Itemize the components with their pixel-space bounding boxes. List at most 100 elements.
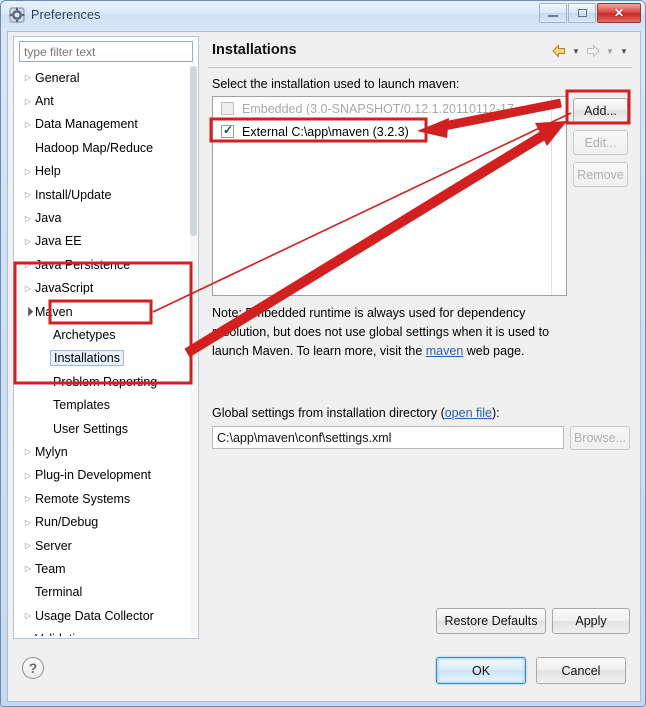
window-title: Preferences xyxy=(31,8,101,22)
restore-defaults-button[interactable]: Restore Defaults xyxy=(436,608,546,634)
embedded-runtime-note: Note: Embedded runtime is always used fo… xyxy=(212,304,572,361)
checkbox-checked-icon[interactable] xyxy=(221,123,234,138)
header-divider xyxy=(208,67,632,68)
view-menu-chevron-down-icon[interactable]: ▼ xyxy=(618,43,630,59)
sidebar-item-label: Hadoop Map/Reduce xyxy=(35,140,154,155)
sidebar-item-maven[interactable]: ◢ Maven xyxy=(15,300,191,323)
sidebar-item-install-update[interactable]: ▷ Install/Update xyxy=(15,183,191,206)
sidebar-item-label: Java xyxy=(35,211,62,226)
installations-list[interactable]: Embedded (3.0-SNAPSHOT/0.12.1.20110112-1… xyxy=(212,96,567,296)
preferences-window: Preferences ✕ ▷General▷Ant▷Data Manageme… xyxy=(0,0,646,707)
sidebar-item-plug-in-development[interactable]: ▷ Plug-in Development xyxy=(15,464,191,487)
remove-button-label: Remove xyxy=(577,167,624,182)
sidebar-item-team[interactable]: ▷ Team xyxy=(15,557,191,580)
sidebar-item-hadoop-map-reduce[interactable]: Hadoop Map/Reduce xyxy=(15,136,191,159)
sidebar-item-ant[interactable]: ▷ Ant xyxy=(15,89,191,112)
global-settings-label-after: ): xyxy=(492,406,500,420)
add-button[interactable]: Add... xyxy=(573,98,628,123)
tree-scrollbar[interactable] xyxy=(190,66,197,636)
twisty-collapsed-icon[interactable]: ▷ xyxy=(21,564,35,573)
twisty-collapsed-icon[interactable]: ▷ xyxy=(21,284,35,293)
twisty-collapsed-icon[interactable]: ▷ xyxy=(21,237,35,246)
twisty-collapsed-icon[interactable]: ▷ xyxy=(21,214,35,223)
installation-row[interactable]: Embedded (3.0-SNAPSHOT/0.12.1.20110112-1… xyxy=(213,97,566,120)
sidebar-item-templates[interactable]: Templates xyxy=(15,393,191,416)
sidebar-item-java-ee[interactable]: ▷ Java EE xyxy=(15,230,191,253)
sidebar-item-label: Installations xyxy=(50,350,125,367)
twisty-collapsed-icon[interactable]: ▷ xyxy=(21,611,35,620)
sidebar-item-java[interactable]: ▷ Java xyxy=(15,206,191,229)
twisty-collapsed-icon[interactable]: ▷ xyxy=(21,541,35,550)
twisty-collapsed-icon[interactable]: ▷ xyxy=(21,73,35,82)
twisty-collapsed-icon[interactable]: ▷ xyxy=(21,447,35,456)
window-controls: ✕ xyxy=(539,3,641,23)
sidebar-item-validation[interactable]: Validation xyxy=(15,627,191,636)
twisty-collapsed-icon[interactable]: ▷ xyxy=(21,518,35,527)
sidebar-item-archetypes[interactable]: Archetypes xyxy=(15,323,191,346)
sidebar-item-label: Help xyxy=(35,164,61,179)
maven-link[interactable]: maven xyxy=(426,344,464,358)
back-arrow-icon[interactable] xyxy=(550,42,568,60)
sidebar-item-label: Ant xyxy=(35,94,54,109)
sidebar-item-installations[interactable]: Installations xyxy=(15,347,191,370)
twisty-collapsed-icon[interactable]: ▷ xyxy=(21,167,35,176)
open-file-link[interactable]: open file xyxy=(445,406,492,420)
maximize-icon xyxy=(577,9,587,17)
minimize-button[interactable] xyxy=(539,3,567,23)
add-button-label: Add... xyxy=(584,103,617,118)
help-question-icon[interactable]: ? xyxy=(22,657,44,679)
twisty-collapsed-icon[interactable]: ▷ xyxy=(21,260,35,269)
sidebar-item-label: Mylyn xyxy=(35,444,68,459)
sidebar-item-label: Plug-in Development xyxy=(35,468,152,483)
apply-label: Apply xyxy=(575,614,607,628)
installations-list-scrollbar[interactable] xyxy=(551,97,566,295)
maximize-button[interactable] xyxy=(568,3,596,23)
sidebar-item-label: Validation xyxy=(35,632,89,636)
sidebar-item-label: Templates xyxy=(53,398,110,413)
global-settings-label: Global settings from installation direct… xyxy=(212,406,500,420)
sidebar-item-label: Remote Systems xyxy=(35,491,131,506)
twisty-collapsed-icon[interactable]: ▷ xyxy=(21,120,35,129)
twisty-collapsed-icon[interactable]: ▷ xyxy=(21,190,35,199)
sidebar-item-data-management[interactable]: ▷ Data Management xyxy=(15,113,191,136)
sidebar-item-mylyn[interactable]: ▷ Mylyn xyxy=(15,440,191,463)
twisty-collapsed-icon[interactable]: ▷ xyxy=(21,97,35,106)
restore-defaults-label: Restore Defaults xyxy=(444,614,538,628)
cancel-button[interactable]: Cancel xyxy=(536,657,626,684)
installation-label: External C:\app\maven (3.2.3) xyxy=(242,124,409,139)
apply-button[interactable]: Apply xyxy=(552,608,630,634)
sidebar-item-label: Maven xyxy=(35,304,73,319)
sidebar-item-problem-reporting[interactable]: Problem Reporting xyxy=(15,370,191,393)
sidebar-item-java-persistence[interactable]: ▷ Java Persistence xyxy=(15,253,191,276)
sidebar-item-server[interactable]: ▷ Server xyxy=(15,534,191,557)
ok-button[interactable]: OK xyxy=(436,657,526,684)
global-settings-path-input[interactable] xyxy=(212,426,564,449)
back-menu-chevron-down-icon[interactable]: ▼ xyxy=(570,43,582,59)
sidebar-item-usage-data-collector[interactable]: ▷ Usage Data Collector xyxy=(15,604,191,627)
installations-page: Installations ▼ ▼ ▼ Select the installat xyxy=(204,36,636,639)
installation-label: Embedded (3.0-SNAPSHOT/0.12.1.20110112-1… xyxy=(242,101,525,116)
sidebar-item-label: Archetypes xyxy=(53,327,116,342)
sidebar-item-run-debug[interactable]: ▷ Run/Debug xyxy=(15,510,191,533)
forward-arrow-icon xyxy=(584,42,602,60)
sidebar-item-terminal[interactable]: Terminal xyxy=(15,581,191,604)
sidebar-item-user-settings[interactable]: User Settings xyxy=(15,417,191,440)
sidebar-item-help[interactable]: ▷ Help xyxy=(15,160,191,183)
sidebar-item-remote-systems[interactable]: ▷ Remote Systems xyxy=(15,487,191,510)
remove-button: Remove xyxy=(573,162,628,187)
preferences-tree[interactable]: ▷ General ▷ Ant ▷ Data Management Hadoop Map/R… xyxy=(15,66,191,636)
filter-input[interactable] xyxy=(19,41,193,62)
close-button[interactable]: ✕ xyxy=(597,3,641,23)
sidebar-item-label: Run/Debug xyxy=(35,515,99,530)
sidebar-item-label: Usage Data Collector xyxy=(35,608,154,623)
sidebar-item-label: Data Management xyxy=(35,117,138,132)
edit-button: Edit... xyxy=(573,130,628,155)
installation-row[interactable]: External C:\app\maven (3.2.3) xyxy=(213,120,566,143)
twisty-collapsed-icon[interactable]: ▷ xyxy=(21,471,35,480)
sidebar-item-general[interactable]: ▷ General xyxy=(15,66,191,89)
sidebar-item-javascript[interactable]: ▷ JavaScript xyxy=(15,277,191,300)
twisty-collapsed-icon[interactable]: ▷ xyxy=(21,494,35,503)
ok-button-label: OK xyxy=(471,663,491,678)
forward-menu-chevron-down-icon: ▼ xyxy=(606,46,614,56)
cancel-button-label: Cancel xyxy=(561,663,601,678)
